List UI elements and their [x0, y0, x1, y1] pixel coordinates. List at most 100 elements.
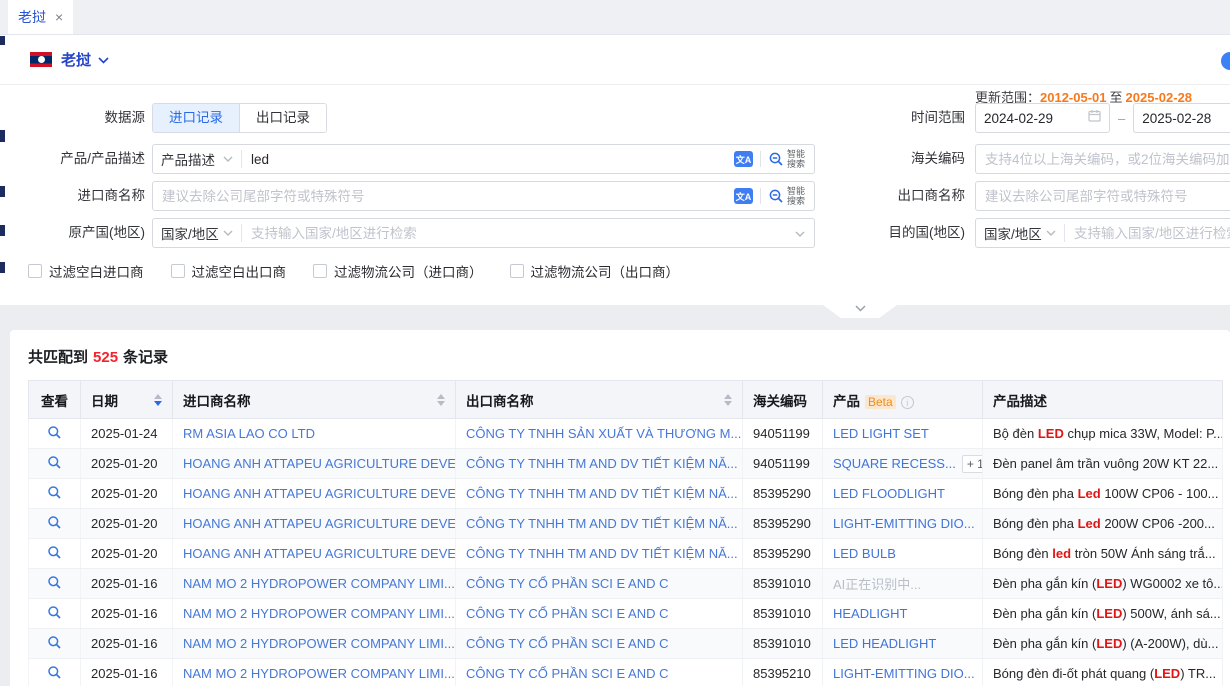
- close-icon[interactable]: ×: [55, 10, 63, 24]
- table-header-row: 查看 日期 进口商名称 出口商名称 海关编码 产品Betai 产品描述: [29, 381, 1223, 419]
- data-source-label: 数据源: [0, 103, 145, 133]
- view-record-button[interactable]: [47, 605, 62, 620]
- importer-link[interactable]: HOANG ANH ATTAPEU AGRICULTURE DEVE...: [183, 486, 456, 501]
- chevron-down-icon[interactable]: [795, 224, 805, 242]
- start-date-input[interactable]: [984, 111, 1088, 126]
- end-date-field[interactable]: [1133, 103, 1230, 133]
- destination-country-select[interactable]: 国家/地区: [976, 223, 1064, 243]
- product-tag-link[interactable]: LED HEADLIGHT: [833, 636, 936, 651]
- description-cell: Bóng đèn led tròn 50W Ánh sáng trắ...: [983, 539, 1223, 569]
- checkbox-icon[interactable]: [510, 264, 524, 278]
- col-date[interactable]: 日期: [81, 381, 173, 419]
- filter-checkboxes: 过滤空白进口商 过滤空白出口商 过滤物流公司（进口商） 过滤物流公司（出口商）: [28, 261, 679, 281]
- hs-code-cell: 85395290: [743, 539, 823, 569]
- translate-icon[interactable]: 文A: [734, 188, 753, 204]
- product-tag-link[interactable]: SQUARE RECESS...: [833, 456, 956, 471]
- keyword-highlight: LED: [1096, 576, 1122, 591]
- product-tag-link[interactable]: LED FLOODLIGHT: [833, 486, 945, 501]
- origin-country-select[interactable]: 国家/地区: [153, 223, 241, 243]
- product-tag-link[interactable]: LIGHT-EMITTING DIO...: [833, 666, 975, 681]
- sort-icon: [724, 394, 732, 406]
- keyword-highlight: Led: [1078, 486, 1101, 501]
- view-record-button[interactable]: [47, 665, 62, 680]
- exporter-link[interactable]: CÔNG TY CỔ PHẦN SCI E AND C: [466, 636, 669, 651]
- view-cell: [29, 479, 81, 509]
- smart-search-button[interactable]: 智能搜索: [768, 149, 805, 169]
- product-tag-link[interactable]: LED LIGHT SET: [833, 426, 929, 441]
- table-row: 2025-01-20 HOANG ANH ATTAPEU AGRICULTURE…: [29, 539, 1223, 569]
- importer-link[interactable]: NAM MO 2 HYDROPOWER COMPANY LIMI...: [183, 606, 455, 621]
- filter-blank-importer-checkbox[interactable]: 过滤空白进口商: [28, 261, 144, 281]
- view-record-button[interactable]: [47, 635, 62, 650]
- product-tag-link[interactable]: LIGHT-EMITTING DIO...: [833, 516, 975, 531]
- results-area: 共匹配到525条记录 查看 日期 进口商名称 出口商名称 海关编码 产品Beta…: [0, 305, 1230, 686]
- view-record-button[interactable]: [47, 515, 62, 530]
- importer-link[interactable]: HOANG ANH ATTAPEU AGRICULTURE DEVE...: [183, 516, 456, 531]
- info-icon[interactable]: i: [901, 396, 914, 409]
- product-field-select-value: 产品描述: [161, 149, 215, 169]
- origin-country-input[interactable]: [242, 226, 795, 241]
- view-record-button[interactable]: [47, 455, 62, 470]
- start-date-field[interactable]: [975, 103, 1110, 133]
- view-record-button[interactable]: [47, 425, 62, 440]
- product-field-select[interactable]: 产品描述: [153, 149, 241, 169]
- importer-link[interactable]: NAM MO 2 HYDROPOWER COMPANY LIMI...: [183, 666, 455, 681]
- col-importer[interactable]: 进口商名称: [173, 381, 456, 419]
- checkbox-icon[interactable]: [171, 264, 185, 278]
- calendar-icon[interactable]: [1088, 109, 1101, 127]
- checkbox-icon[interactable]: [313, 264, 327, 278]
- product-ai-pending: AI正在识别中...: [833, 577, 921, 592]
- col-view: 查看: [29, 381, 81, 419]
- export-records-tab[interactable]: 出口记录: [239, 104, 326, 132]
- checkbox-icon[interactable]: [28, 264, 42, 278]
- importer-link[interactable]: NAM MO 2 HYDROPOWER COMPANY LIMI...: [183, 576, 455, 591]
- import-records-tab[interactable]: 进口记录: [153, 104, 239, 132]
- view-record-button[interactable]: [47, 545, 62, 560]
- view-cell: [29, 659, 81, 686]
- product-tag-link[interactable]: LED BULB: [833, 546, 896, 561]
- sidebar-edge-fragment: [0, 36, 5, 45]
- exporter-link[interactable]: CÔNG TY CỔ PHẦN SCI E AND C: [466, 666, 669, 681]
- exporter-link[interactable]: CÔNG TY TNHH TM AND DV TIẾT KIỆM NĂ...: [466, 456, 738, 471]
- exporter-link[interactable]: CÔNG TY TNHH SẢN XUẤT VÀ THƯƠNG M...: [466, 426, 741, 441]
- results-card: 共匹配到525条记录 查看 日期 进口商名称 出口商名称 海关编码 产品Beta…: [10, 330, 1230, 686]
- destination-country-input[interactable]: [1065, 226, 1230, 241]
- importer-link[interactable]: NAM MO 2 HYDROPOWER COMPANY LIMI...: [183, 636, 455, 651]
- more-products-badge[interactable]: + 1: [962, 455, 983, 473]
- product-tag-link[interactable]: HEADLIGHT: [833, 606, 907, 621]
- importer-link[interactable]: HOANG ANH ATTAPEU AGRICULTURE DEVE...: [183, 546, 456, 561]
- origin-label: 原产国(地区): [0, 218, 145, 248]
- exporter-link[interactable]: CÔNG TY CỔ PHẦN SCI E AND C: [466, 606, 669, 621]
- col-exporter[interactable]: 出口商名称: [456, 381, 743, 419]
- sidebar-edge-fragment: [0, 186, 5, 197]
- exporter-link[interactable]: CÔNG TY TNHH TM AND DV TIẾT KIỆM NĂ...: [466, 516, 738, 531]
- importer-input[interactable]: [153, 189, 734, 204]
- country-selector[interactable]: 老挝: [61, 49, 91, 70]
- date-cell: 2025-01-16: [81, 599, 173, 629]
- filter-blank-exporter-checkbox[interactable]: 过滤空白出口商: [171, 261, 287, 281]
- filter-logistics-exporter-checkbox[interactable]: 过滤物流公司（出口商）: [510, 261, 680, 281]
- chevron-down-icon[interactable]: [98, 51, 109, 69]
- smart-search-button[interactable]: 智能搜索: [768, 186, 805, 206]
- end-date-input[interactable]: [1142, 111, 1230, 126]
- exporter-link[interactable]: CÔNG TY CỔ PHẦN SCI E AND C: [466, 576, 669, 591]
- product-search-input[interactable]: [242, 152, 734, 167]
- exporter-link[interactable]: CÔNG TY TNHH TM AND DV TIẾT KIỆM NĂ...: [466, 546, 738, 561]
- translate-icon[interactable]: 文A: [734, 151, 753, 167]
- description-cell: Bộ đèn LED chụp mica 33W, Model: P...: [983, 419, 1223, 449]
- importer-link[interactable]: RM ASIA LAO CO LTD: [183, 426, 315, 441]
- sidebar-edge-fragment: [0, 225, 5, 236]
- hs-code-input[interactable]: [976, 152, 1230, 167]
- exporter-link[interactable]: CÔNG TY TNHH TM AND DV TIẾT KIỆM NĂ...: [466, 486, 738, 501]
- view-record-button[interactable]: [47, 575, 62, 590]
- importer-link[interactable]: HOANG ANH ATTAPEU AGRICULTURE DEVE...: [183, 456, 456, 471]
- hs-code-cell: 85391010: [743, 599, 823, 629]
- filter-logistics-importer-checkbox[interactable]: 过滤物流公司（进口商）: [313, 261, 483, 281]
- importer-label: 进口商名称: [0, 181, 145, 211]
- view-record-button[interactable]: [47, 485, 62, 500]
- exporter-input[interactable]: [976, 189, 1230, 204]
- description-cell: Bóng đèn pha Led 100W CP06 - 100...: [983, 479, 1223, 509]
- date-cell: 2025-01-16: [81, 629, 173, 659]
- table-row: 2025-01-20 HOANG ANH ATTAPEU AGRICULTURE…: [29, 479, 1223, 509]
- tab-laos[interactable]: 老挝 ×: [8, 0, 73, 34]
